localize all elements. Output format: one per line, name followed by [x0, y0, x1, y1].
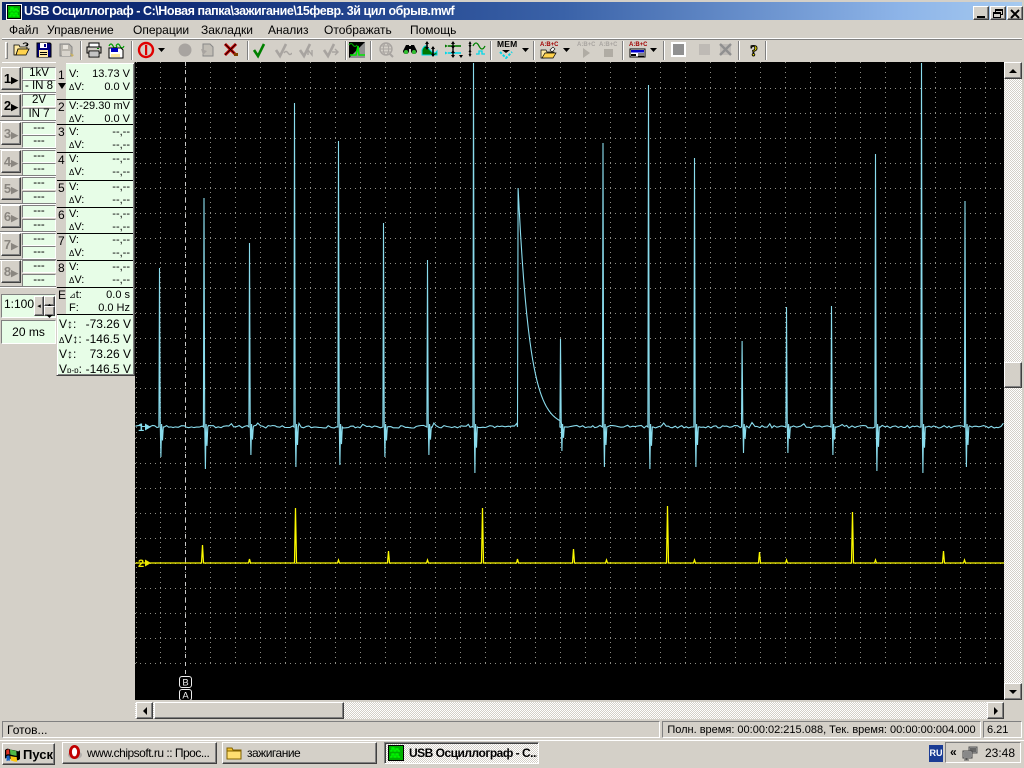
svg-text:A:B+C: A:B+C [577, 42, 595, 48]
svg-text:B: B [182, 678, 188, 689]
svg-text:A: A [182, 691, 189, 701]
svg-text:1: 1 [138, 422, 144, 434]
svg-text:A:B+C: A:B+C [629, 42, 647, 48]
svg-text:2: 2 [138, 558, 144, 570]
svg-text:A:B+C: A:B+C [540, 42, 558, 48]
svg-text:A:B+C: A:B+C [599, 42, 617, 48]
svg-text:?: ? [750, 43, 758, 59]
